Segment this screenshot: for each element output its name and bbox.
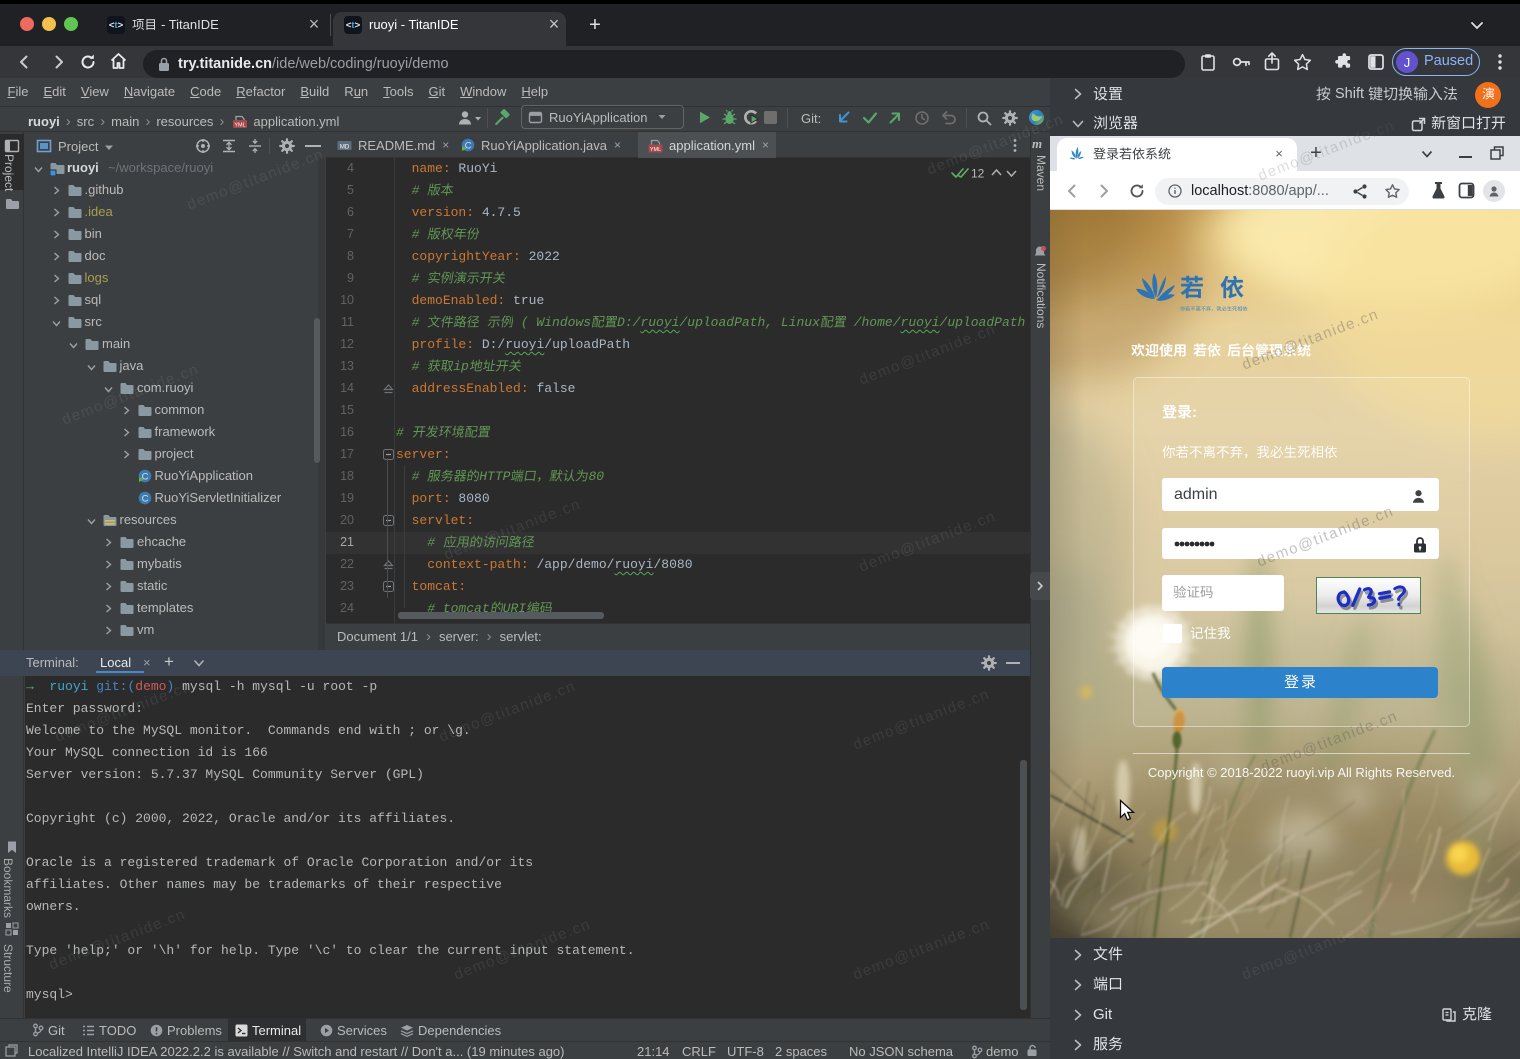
svg-text:YML: YML (235, 123, 246, 129)
svg-text:C: C (141, 493, 148, 504)
svg-text:YML: YML (650, 146, 661, 152)
svg-text:C: C (141, 471, 148, 482)
svg-text:12: 12 (971, 167, 985, 181)
svg-text:MD: MD (340, 144, 350, 150)
svg-text:C: C (465, 140, 472, 151)
